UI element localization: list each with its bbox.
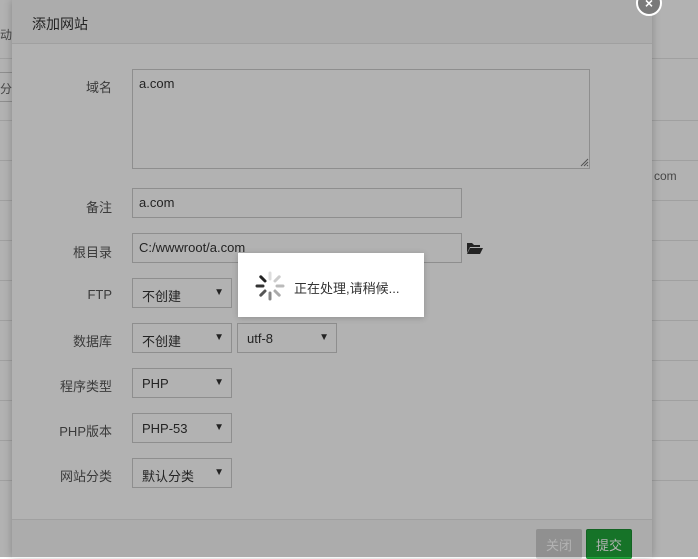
loading-message: 正在处理,请稍候... bbox=[294, 281, 400, 296]
loading-toast: 正在处理,请稍候... bbox=[238, 253, 424, 317]
loading-spinner-icon bbox=[255, 271, 285, 301]
